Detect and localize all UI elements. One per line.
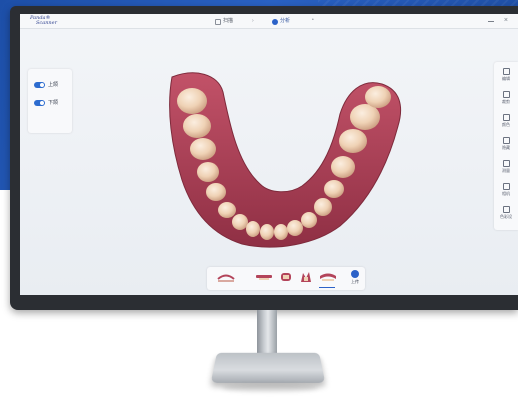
tool-hide[interactable]: 隐藏: [494, 137, 518, 151]
dental-scan-viewport[interactable]: [20, 14, 518, 295]
measure-icon: [502, 160, 510, 167]
right-toolbar: 编辑 裁剪 颜色 隐藏 测量 相机 色彩设: [494, 62, 518, 230]
tool-measure[interactable]: 测量: [494, 160, 518, 174]
tooth: [301, 212, 317, 228]
tooth: [183, 114, 211, 138]
tool-crop[interactable]: 裁剪: [494, 91, 518, 105]
tooth: [232, 214, 248, 230]
tooth: [331, 156, 355, 178]
tooth: [365, 86, 391, 108]
tooth: [190, 138, 216, 160]
palette-icon: [502, 206, 510, 213]
camera-icon: [502, 183, 510, 190]
monitor-stand-base: [210, 352, 326, 383]
occlusal-view-icon[interactable]: [319, 270, 337, 284]
monitor: Panda® Scanner 扫描 › 分析 • × 上颌 下颌 编辑 裁剪 颜…: [10, 6, 518, 310]
cloud-upload-icon: [351, 270, 359, 278]
tool-color[interactable]: 颜色: [494, 114, 518, 128]
tool-camera[interactable]: 相机: [494, 183, 518, 197]
tooth: [260, 224, 274, 240]
stand-shadow: [222, 384, 318, 392]
tooth: [246, 221, 260, 237]
crop-icon: [502, 91, 510, 98]
front-view-icon[interactable]: [279, 270, 293, 284]
tool-edit[interactable]: 编辑: [494, 68, 518, 82]
upload-label: 上传: [351, 279, 359, 284]
upload-button[interactable]: 上传: [348, 270, 362, 285]
upper-jaw-view-icon[interactable]: [217, 270, 235, 284]
tooth: [206, 183, 226, 201]
tooth: [287, 220, 303, 236]
tooth: [314, 198, 332, 216]
tooth: [218, 202, 236, 218]
tooth: [324, 180, 344, 198]
color-icon: [502, 114, 510, 121]
tooth: [274, 224, 288, 240]
view-toolbar: 上传: [207, 267, 365, 290]
lower-jaw-view-icon[interactable]: [255, 270, 273, 284]
edit-icon: [502, 68, 510, 75]
tool-palette[interactable]: 色彩设: [494, 206, 518, 220]
hide-icon: [502, 137, 510, 144]
promo-stage: Panda® Scanner 扫描 › 分析 • × 上颌 下颌 编辑 裁剪 颜…: [0, 0, 518, 401]
app-window: Panda® Scanner 扫描 › 分析 • × 上颌 下颌 编辑 裁剪 颜…: [20, 14, 518, 295]
tooth: [339, 129, 367, 153]
side-view-icon[interactable]: [299, 270, 313, 284]
active-view-indicator: [319, 287, 335, 288]
tooth: [177, 88, 207, 114]
tooth: [197, 162, 219, 182]
tooth: [350, 104, 380, 130]
